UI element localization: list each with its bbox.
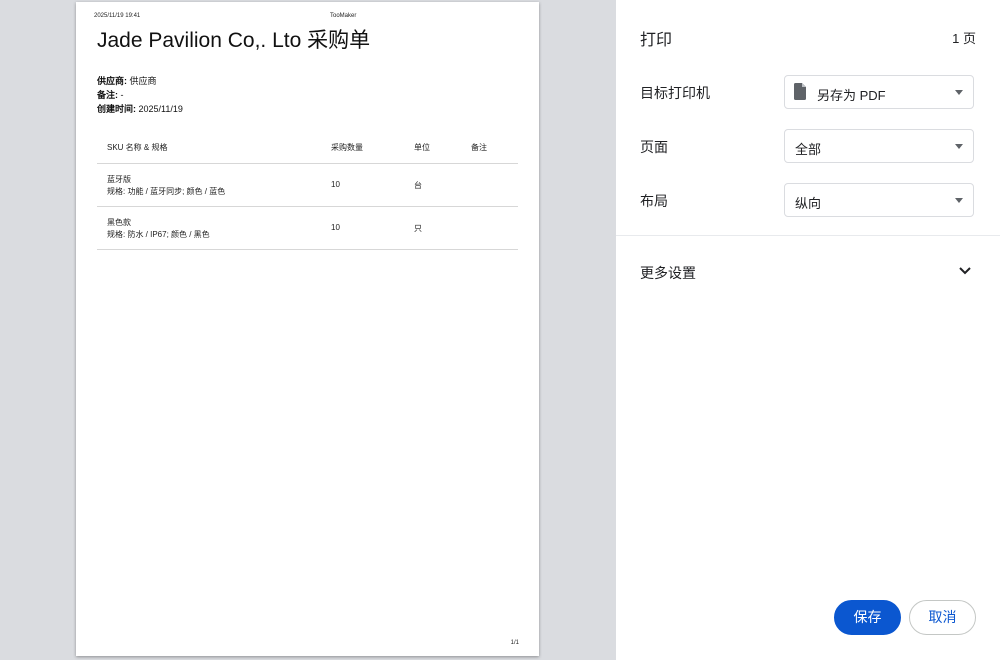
column-header-sku: SKU 名称 & 规格 <box>107 143 168 152</box>
document-title: Jade Pavilion Co,. Lto 采购单 <box>97 29 371 52</box>
panel-divider <box>616 235 1000 236</box>
sku-name: 黑色款 <box>107 218 131 227</box>
meta-remark-value: - <box>118 90 124 100</box>
print-settings-panel: 打印 1 页 目标打印机 另存为 PDF 页面 全部 布局 纵向 更多设置 保存… <box>616 0 1000 660</box>
pages-select[interactable]: 全部 <box>784 129 974 163</box>
chevron-down-icon[interactable] <box>958 266 972 276</box>
file-icon <box>794 83 806 100</box>
document-meta: 供应商: 供应商 备注: - 创建时间: 2025/11/19 <box>97 74 183 116</box>
table-row: 蓝牙版 规格: 功能 / 蓝牙同步; 颜色 / 蓝色 10 台 <box>97 164 518 207</box>
printer-select[interactable]: 另存为 PDF <box>784 75 974 109</box>
page-number: 1/1 <box>510 640 519 646</box>
purchase-table: SKU 名称 & 规格 采购数量 单位 备注 蓝牙版 规格: 功能 / 蓝牙同步… <box>97 132 518 250</box>
meta-supplier-value: 供应商 <box>127 76 157 86</box>
meta-created-key: 创建时间: <box>97 104 136 114</box>
meta-supplier-key: 供应商: <box>97 76 127 86</box>
meta-remark-key: 备注: <box>97 90 118 100</box>
meta-remark: 备注: - <box>97 88 183 102</box>
table-header-row: SKU 名称 & 规格 采购数量 单位 备注 <box>97 132 518 164</box>
sku-spec: 规格: 功能 / 蓝牙同步; 颜色 / 蓝色 <box>107 187 226 196</box>
sku-cell: 黑色款 规格: 防水 / IP67; 颜色 / 黑色 <box>107 217 210 241</box>
page-header-date: 2025/11/19 19:41 <box>94 13 141 19</box>
panel-title: 打印 <box>640 32 673 49</box>
printer-label: 目标打印机 <box>640 85 710 101</box>
preview-page: 2025/11/19 19:41 TooMaker Jade Pavilion … <box>76 2 539 656</box>
table-row: 黑色款 规格: 防水 / IP67; 颜色 / 黑色 10 只 <box>97 207 518 250</box>
qty-cell: 10 <box>331 223 340 232</box>
dropdown-arrow-icon <box>955 198 963 203</box>
print-preview-area: 2025/11/19 19:41 TooMaker Jade Pavilion … <box>0 0 616 660</box>
unit-cell: 只 <box>414 224 422 233</box>
page-count: 1 页 <box>952 31 976 46</box>
printer-select-value: 另存为 PDF <box>817 88 886 103</box>
meta-created-value: 2025/11/19 <box>136 104 183 114</box>
pages-select-value: 全部 <box>795 142 822 157</box>
meta-created: 创建时间: 2025/11/19 <box>97 102 183 116</box>
layout-label: 布局 <box>640 193 668 209</box>
unit-cell: 台 <box>414 181 422 190</box>
column-header-note: 备注 <box>471 143 487 152</box>
sku-cell: 蓝牙版 规格: 功能 / 蓝牙同步; 颜色 / 蓝色 <box>107 174 225 198</box>
cancel-button[interactable]: 取消 <box>909 600 976 635</box>
layout-select-value: 纵向 <box>795 196 822 211</box>
dropdown-arrow-icon <box>955 90 963 95</box>
qty-cell: 10 <box>331 180 340 189</box>
page-header-app-name: TooMaker <box>330 13 357 19</box>
pages-label: 页面 <box>640 139 668 155</box>
sku-name: 蓝牙版 <box>107 175 131 184</box>
column-header-unit: 单位 <box>414 143 430 152</box>
sku-spec: 规格: 防水 / IP67; 颜色 / 黑色 <box>107 230 210 239</box>
meta-supplier: 供应商: 供应商 <box>97 74 183 88</box>
save-button[interactable]: 保存 <box>834 600 901 635</box>
layout-select[interactable]: 纵向 <box>784 183 974 217</box>
column-header-qty: 采购数量 <box>331 143 363 152</box>
more-settings-toggle[interactable]: 更多设置 <box>640 263 696 283</box>
dropdown-arrow-icon <box>955 144 963 149</box>
